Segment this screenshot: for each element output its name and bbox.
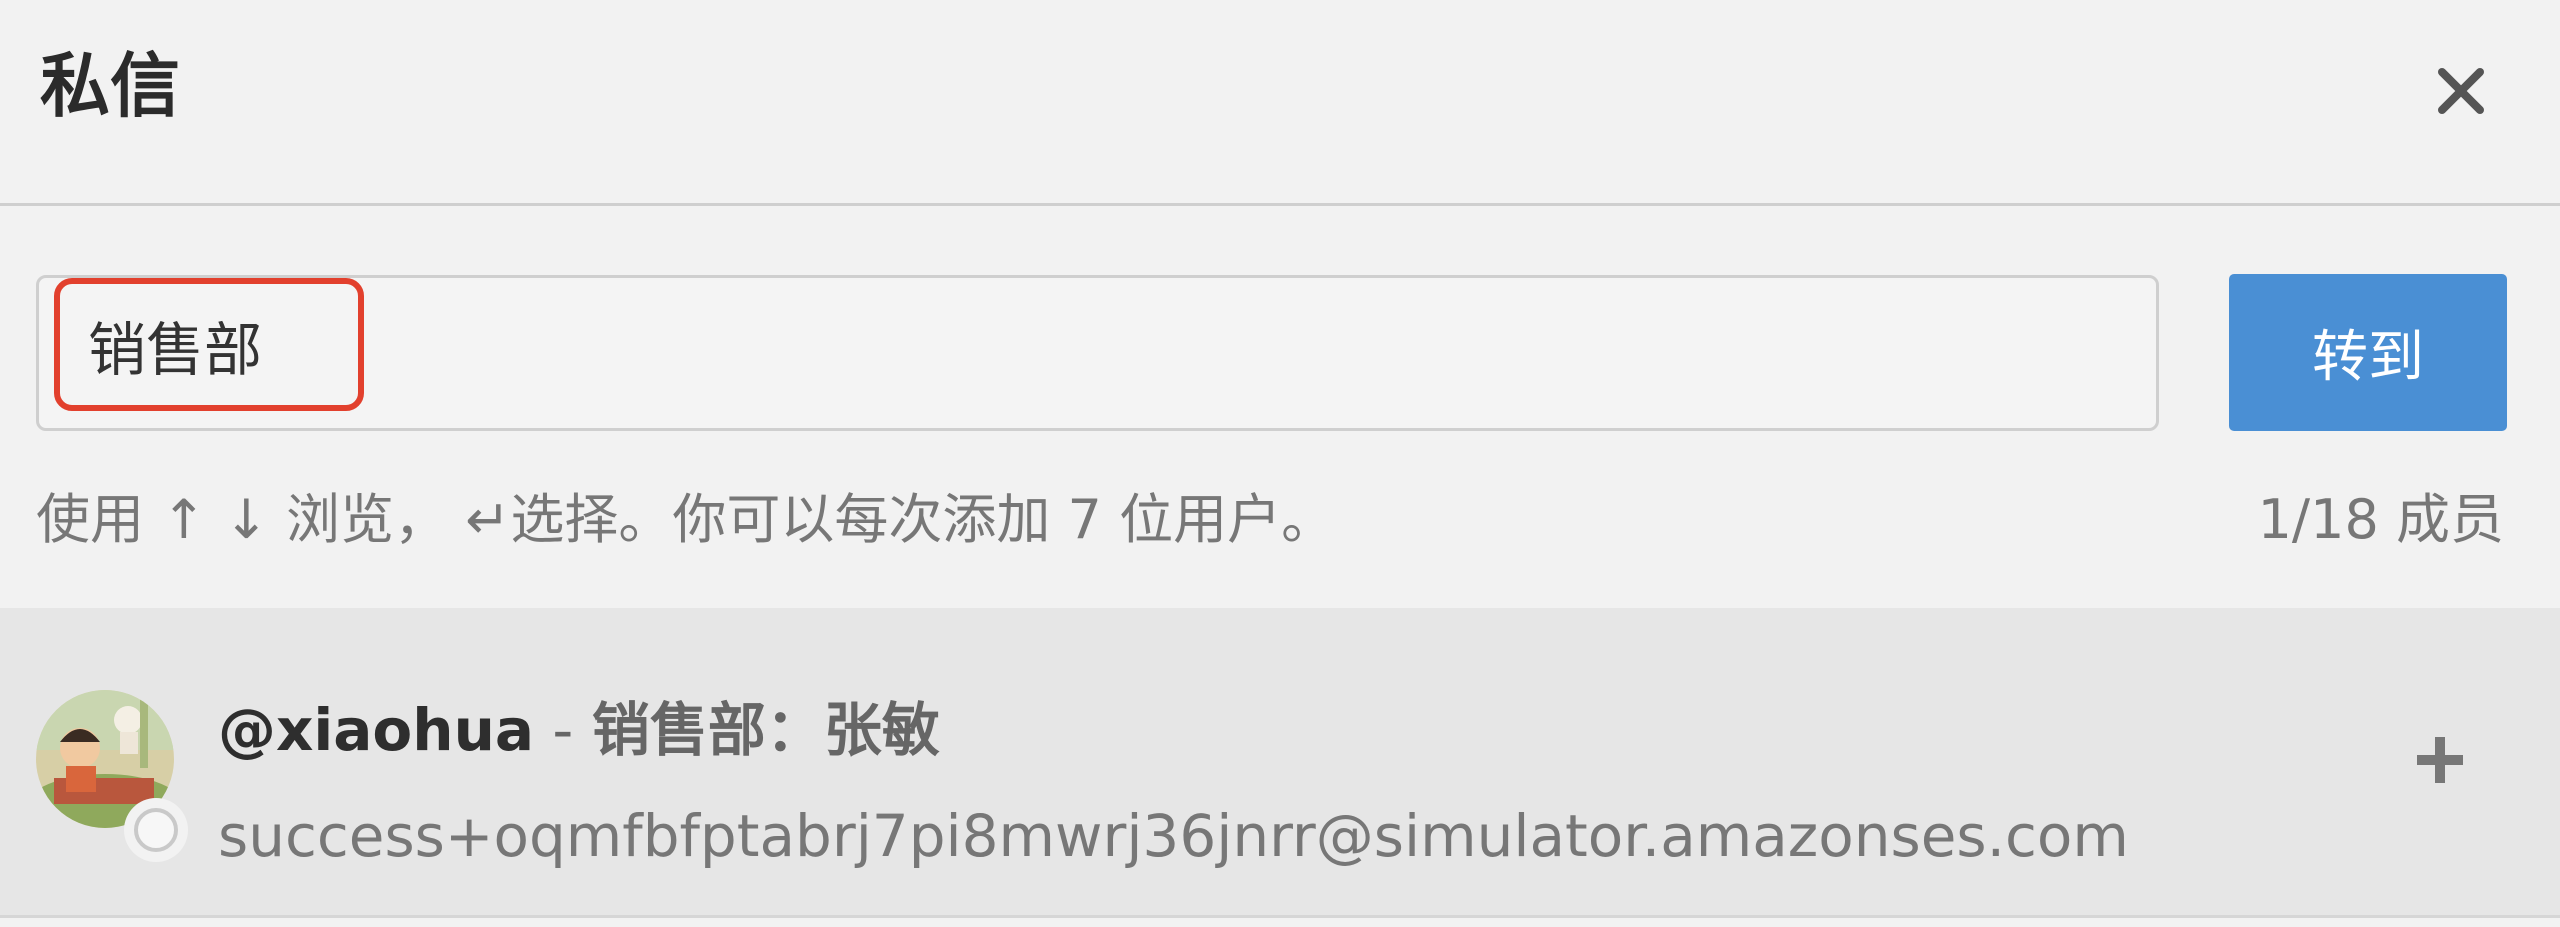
hint-text: 使用 ↑ ↓ 浏览， ↵选择。你可以每次添加 7 位用户。 (36, 488, 1336, 551)
status-indicator (124, 798, 188, 862)
close-button[interactable] (2416, 46, 2506, 136)
selected-channel-chip[interactable]: 销售部 (54, 278, 364, 411)
go-button[interactable]: 转到 (2229, 274, 2507, 431)
user-search-input[interactable]: 销售部 (36, 275, 2159, 431)
close-icon (2438, 68, 2484, 114)
user-result-row[interactable]: @xiaohua - 销售部：张敏 success+oqmfbfptabrj7p… (0, 608, 2560, 918)
dialog-header: 私信 (0, 0, 2560, 206)
name-separator: - (534, 696, 592, 764)
username: @xiaohua (218, 696, 534, 764)
dialog-title: 私信 (40, 45, 180, 127)
display-name: 销售部：张敏 (591, 696, 940, 764)
add-user-button[interactable] (2400, 720, 2480, 800)
member-count: 1/18 成员 (2257, 488, 2504, 551)
offline-status-icon (134, 808, 178, 852)
plus-icon (2417, 737, 2463, 783)
user-email: success+oqmfbfptabrj7pi8mwrj36jnrr@simul… (218, 802, 2129, 870)
user-title-line: @xiaohua - 销售部：张敏 (218, 680, 940, 780)
